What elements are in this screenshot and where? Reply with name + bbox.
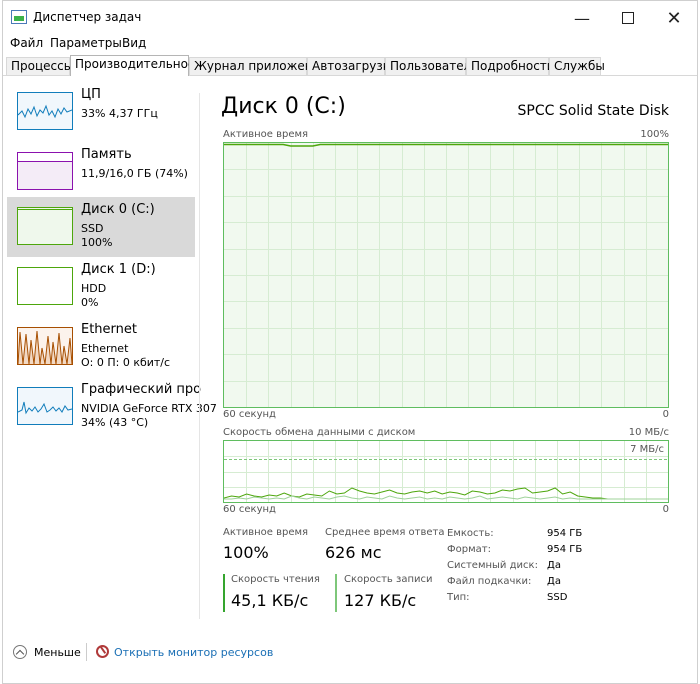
memory-fill	[18, 161, 72, 189]
fewer-details-icon[interactable]	[13, 645, 27, 659]
gpu-thumbnail-graph	[18, 401, 72, 415]
menu-file[interactable]: Файл	[10, 36, 43, 50]
sidebar-item-detail: 33% 4,37 ГГц	[81, 107, 158, 120]
menu-view[interactable]: Вид	[122, 36, 146, 50]
read-speed-label: Скорость чтения	[231, 574, 320, 585]
sidebar-item-memory[interactable]: Память 11,9/16,0 ГБ (74%)	[7, 142, 195, 202]
cpu-thumbnail-graph	[18, 104, 72, 119]
read-speed-value: 45,1 КБ/с	[231, 591, 309, 610]
response-time-value: 626 мс	[325, 543, 382, 562]
disk0-thumbnail	[17, 207, 73, 245]
close-icon: ✕	[666, 7, 682, 29]
footer-divider	[86, 643, 87, 661]
disk0-line	[18, 209, 72, 210]
close-button[interactable]: ✕	[651, 1, 697, 35]
title-bar: Диспетчер задач — ✕	[3, 1, 697, 35]
active-time-graph-canvas	[224, 143, 668, 407]
active-time-graph	[223, 142, 669, 408]
fewer-details-button[interactable]: Меньше	[34, 646, 81, 659]
sidebar-item-name: Память	[81, 147, 132, 162]
active-time-graph-min: 0	[662, 409, 669, 420]
footer: Меньше Открыть монитор ресурсов	[3, 637, 697, 667]
tab-users[interactable]: Пользователи	[385, 57, 479, 75]
transfer-rate-graph-max: 10 МБ/с	[628, 427, 669, 438]
sidebar-item-name: Графический про	[81, 382, 202, 397]
sidebar-item-ethernet[interactable]: Ethernet Ethernet О: 0 П: 0 кбит/с	[7, 317, 195, 377]
task-manager-icon	[11, 10, 27, 24]
format-label: Формат:	[447, 544, 491, 555]
tab-bar: Процессы Производительность Журнал прило…	[3, 55, 697, 76]
read-speed-marker	[223, 574, 225, 612]
active-time-value: 100%	[223, 543, 269, 562]
sidebar-item-disk1[interactable]: Диск 1 (D:) HDD 0%	[7, 257, 195, 317]
tab-performance[interactable]: Производительность	[70, 55, 209, 76]
transfer-rate-graph-label: Скорость обмена данными с диском	[223, 427, 416, 438]
active-time-graph-label: Активное время	[223, 129, 309, 140]
task-manager-window: Диспетчер задач — ✕ Файл Параметры Вид П…	[2, 0, 698, 684]
type-value: SSD	[547, 592, 568, 603]
open-resource-monitor-link[interactable]: Открыть монитор ресурсов	[114, 646, 273, 659]
transfer-rate-graph-min: 0	[662, 504, 669, 515]
tab-startup[interactable]: Автозагрузка	[307, 57, 397, 75]
cpu-thumbnail	[17, 92, 73, 130]
capacity-value: 954 ГБ	[547, 528, 583, 539]
tab-app-history[interactable]: Журнал приложений	[189, 57, 328, 75]
sidebar-item-detail: SSD	[81, 222, 104, 235]
panel-separator	[199, 93, 200, 619]
write-speed-value: 127 КБ/с	[344, 591, 417, 610]
sidebar-item-name: Диск 0 (C:)	[81, 202, 155, 217]
active-time-label: Активное время	[223, 527, 309, 538]
ethernet-thumbnail-graph	[18, 330, 72, 364]
sidebar-item-usage: 100%	[81, 236, 113, 249]
active-time-graph-timespan: 60 секунд	[223, 409, 276, 420]
transfer-rate-graph-mark: 7 МБ/с	[630, 444, 664, 455]
tab-details[interactable]: Подробности	[466, 57, 555, 75]
disk1-thumbnail	[17, 267, 73, 305]
sidebar: ЦП 33% 4,37 ГГц Память 11,9/16,0 ГБ (74%…	[3, 77, 217, 617]
write-speed-marker	[335, 574, 337, 612]
sidebar-item-usage: О: 0 П: 0 кбит/с	[81, 356, 171, 369]
system-disk-label: Системный диск:	[447, 560, 538, 571]
sidebar-item-disk0[interactable]: Диск 0 (C:) SSD 100%	[7, 197, 195, 257]
sidebar-item-detail: NVIDIA GeForce RTX 307	[81, 402, 217, 415]
tab-processes[interactable]: Процессы	[6, 57, 73, 75]
capacity-label: Емкость:	[447, 528, 494, 539]
minimize-button[interactable]: —	[559, 1, 605, 35]
maximize-button[interactable]	[605, 1, 651, 35]
sidebar-item-detail: HDD	[81, 282, 107, 295]
sidebar-item-usage: 0%	[81, 296, 99, 309]
transfer-rate-graph: 7 МБ/с	[223, 440, 669, 503]
resource-monitor-icon[interactable]	[96, 645, 109, 658]
maximize-icon	[622, 12, 634, 24]
sidebar-item-usage: 34% (43 °C)	[81, 416, 149, 429]
transfer-rate-graph-canvas	[223, 441, 668, 502]
disk-model: SPCC Solid State Disk	[517, 103, 669, 119]
type-label: Тип:	[447, 592, 470, 603]
write-speed-label: Скорость записи	[344, 574, 433, 585]
disk-details-panel: Диск 0 (C:) SPCC Solid State Disk Активн…	[201, 77, 697, 617]
ethernet-thumbnail	[17, 327, 73, 365]
sidebar-item-detail: 11,9/16,0 ГБ (74%)	[81, 167, 188, 180]
sidebar-item-name: Диск 1 (D:)	[81, 262, 156, 277]
window-title: Диспетчер задач	[33, 10, 142, 24]
memory-thumbnail	[17, 152, 73, 190]
system-disk-value: Да	[547, 560, 561, 571]
gpu-thumbnail	[17, 387, 73, 425]
transfer-rate-graph-timespan: 60 секунд	[223, 504, 276, 515]
page-file-value: Да	[547, 576, 561, 587]
sidebar-item-name: Ethernet	[81, 322, 137, 337]
sidebar-item-cpu[interactable]: ЦП 33% 4,37 ГГц	[7, 82, 195, 142]
format-value: 954 ГБ	[547, 544, 583, 555]
page-title: Диск 0 (C:)	[221, 94, 346, 119]
response-time-label: Среднее время ответа	[325, 527, 445, 538]
sidebar-item-detail: Ethernet	[81, 342, 129, 355]
active-time-graph-max: 100%	[640, 129, 669, 140]
sidebar-item-gpu[interactable]: Графический про NVIDIA GeForce RTX 307 3…	[7, 377, 217, 437]
tab-services[interactable]: Службы	[549, 57, 605, 75]
menu-options[interactable]: Параметры	[50, 36, 122, 50]
sidebar-item-name: ЦП	[81, 87, 101, 102]
minimize-icon: —	[574, 8, 590, 28]
menu-bar: Файл Параметры Вид	[3, 34, 697, 52]
page-file-label: Файл подкачки:	[447, 576, 532, 587]
